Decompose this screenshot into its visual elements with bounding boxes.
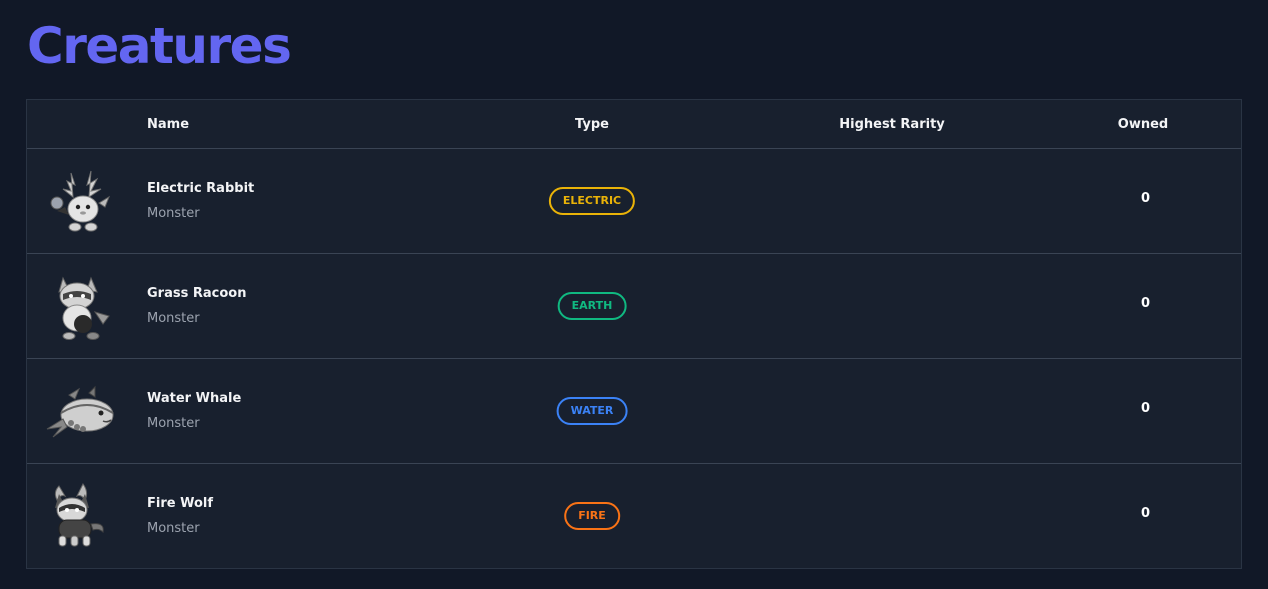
column-header-name[interactable]: Name — [147, 100, 189, 149]
owned-count: 0 — [1140, 191, 1151, 206]
table-header: Name Type Highest Rarity Owned — [27, 100, 1241, 149]
electric-rabbit-icon — [50, 170, 111, 232]
creature-name[interactable]: Water Whale — [147, 391, 241, 406]
column-header-owned[interactable]: Owned — [1103, 100, 1183, 149]
water-whale-icon — [46, 385, 114, 438]
creature-kind: Monster — [147, 206, 200, 221]
table-row[interactable]: Fire Wolf Monster FIRE 0 — [27, 464, 1241, 569]
creature-name[interactable]: Electric Rabbit — [147, 181, 254, 196]
type-badge: ELECTRIC — [548, 187, 636, 215]
type-badge: FIRE — [564, 502, 620, 530]
creature-kind: Monster — [147, 311, 200, 326]
column-header-type[interactable]: Type — [557, 100, 627, 149]
fire-wolf-icon — [54, 483, 104, 547]
table-row[interactable]: Water Whale Monster WATER 0 — [27, 359, 1241, 464]
creature-name[interactable]: Grass Racoon — [147, 286, 246, 301]
owned-count: 0 — [1140, 296, 1151, 311]
grass-racoon-icon — [58, 276, 110, 340]
creature-kind: Monster — [147, 416, 200, 431]
type-badge: EARTH — [557, 292, 627, 320]
type-badge: WATER — [556, 397, 628, 425]
creatures-table: Name Type Highest Rarity Owned Electric … — [26, 99, 1242, 569]
owned-count: 0 — [1140, 401, 1151, 416]
column-header-rarity[interactable]: Highest Rarity — [817, 100, 967, 149]
creature-name[interactable]: Fire Wolf — [147, 496, 213, 511]
table-row[interactable]: Electric Rabbit Monster ELECTRIC 0 — [27, 149, 1241, 254]
page: Creatures Name Type Highest Rarity Owned — [0, 0, 1268, 589]
table-row[interactable]: Grass Racoon Monster EARTH 0 — [27, 254, 1241, 359]
creature-kind: Monster — [147, 521, 200, 536]
page-title: Creatures — [27, 17, 292, 75]
owned-count: 0 — [1140, 506, 1151, 521]
